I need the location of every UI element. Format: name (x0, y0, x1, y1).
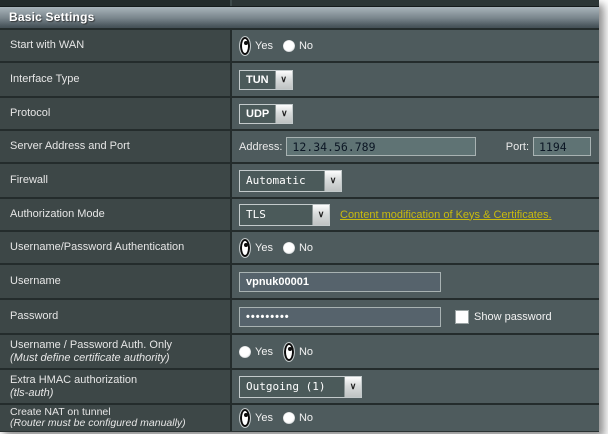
radio-no[interactable] (283, 342, 295, 362)
radio-no-label[interactable]: No (299, 40, 313, 52)
field-label: Password (10, 310, 224, 323)
field-label: Firewall (10, 174, 224, 187)
selected-value: UDP (240, 105, 275, 123)
radio-no-label[interactable]: No (299, 412, 313, 424)
keys-certificates-link[interactable]: Content modification of Keys & Certifica… (340, 209, 552, 221)
row-interface-type: Interface Type TUN ∨ (0, 61, 599, 96)
radio-yes[interactable] (239, 36, 251, 56)
field-label: Username / Password Auth. Only (10, 339, 224, 352)
field-label: Extra HMAC authorization (10, 374, 224, 387)
show-password-checkbox[interactable] (455, 310, 469, 324)
row-protocol: Protocol UDP ∨ (0, 96, 599, 129)
address-input[interactable] (286, 137, 476, 156)
selected-value: Automatic (240, 171, 324, 191)
section-title: Basic Settings (9, 10, 95, 24)
selected-value: TLS (240, 205, 312, 225)
radio-yes-label[interactable]: Yes (255, 242, 273, 254)
dropdown-arrow-icon: ∨ (324, 171, 341, 191)
field-label: Protocol (10, 107, 224, 120)
row-authorization-mode: Authorization Mode TLS ∨ Content modific… (0, 197, 599, 230)
radio-no[interactable] (283, 242, 295, 254)
dropdown-arrow-icon: ∨ (312, 205, 329, 225)
radio-yes[interactable] (239, 408, 251, 428)
section-header: Basic Settings (0, 7, 599, 28)
field-label: Interface Type (10, 73, 224, 86)
radio-yes[interactable] (239, 238, 251, 258)
radio-no-label[interactable]: No (299, 346, 313, 358)
hmac-select[interactable]: Outgoing (1) ∨ (239, 376, 362, 398)
dropdown-arrow-icon: ∨ (344, 377, 361, 397)
radio-yes-label[interactable]: Yes (255, 346, 273, 358)
field-label: Server Address and Port (10, 140, 224, 153)
field-label: Start with WAN (10, 39, 224, 52)
field-sublabel: (Router must be configured manually) (10, 418, 224, 429)
radio-no[interactable] (283, 40, 295, 52)
field-sublabel: (Must define certificate authority) (10, 352, 224, 365)
row-userpass-only: Username / Password Auth. Only (Must def… (0, 333, 599, 368)
field-sublabel: (tls-auth) (10, 387, 224, 400)
row-firewall: Firewall Automatic ∨ (0, 162, 599, 197)
field-label: Username/Password Authentication (10, 241, 224, 254)
field-label: Authorization Mode (10, 208, 224, 221)
authorization-mode-select[interactable]: TLS ∨ (239, 204, 330, 226)
field-label: Username (10, 275, 224, 288)
port-input[interactable] (533, 137, 591, 156)
dropdown-arrow-icon: ∨ (275, 71, 292, 89)
show-password-label[interactable]: Show password (474, 311, 552, 323)
radio-yes-label[interactable]: Yes (255, 40, 273, 52)
radio-no[interactable] (283, 412, 295, 424)
row-extra-hmac: Extra HMAC authorization (tls-auth) Outg… (0, 368, 599, 403)
protocol-select[interactable]: UDP ∨ (239, 104, 293, 124)
selected-value: TUN (240, 71, 275, 89)
row-password: Password Show password (0, 298, 599, 333)
port-label: Port: (506, 141, 529, 153)
interface-type-select[interactable]: TUN ∨ (239, 70, 293, 90)
row-userpass-authentication: Username/Password Authentication Yes No (0, 230, 599, 263)
row-server-address-port: Server Address and Port Address: Port: (0, 129, 599, 162)
radio-yes-label[interactable]: Yes (255, 412, 273, 424)
password-input[interactable] (239, 307, 441, 327)
radio-yes[interactable] (239, 346, 251, 358)
row-start-with-wan: Start with WAN Yes No (0, 28, 599, 61)
firewall-select[interactable]: Automatic ∨ (239, 170, 342, 192)
row-username: Username (0, 263, 599, 298)
previous-row-remnant (0, 0, 599, 7)
dropdown-arrow-icon: ∨ (275, 105, 292, 123)
username-input[interactable] (239, 272, 441, 292)
address-label: Address: (239, 141, 282, 153)
row-create-nat: Create NAT on tunnel (Router must be con… (0, 403, 599, 431)
selected-value: Outgoing (1) (240, 377, 344, 397)
radio-no-label[interactable]: No (299, 242, 313, 254)
basic-settings-panel: Basic Settings Start with WAN Yes No Int… (0, 0, 599, 432)
